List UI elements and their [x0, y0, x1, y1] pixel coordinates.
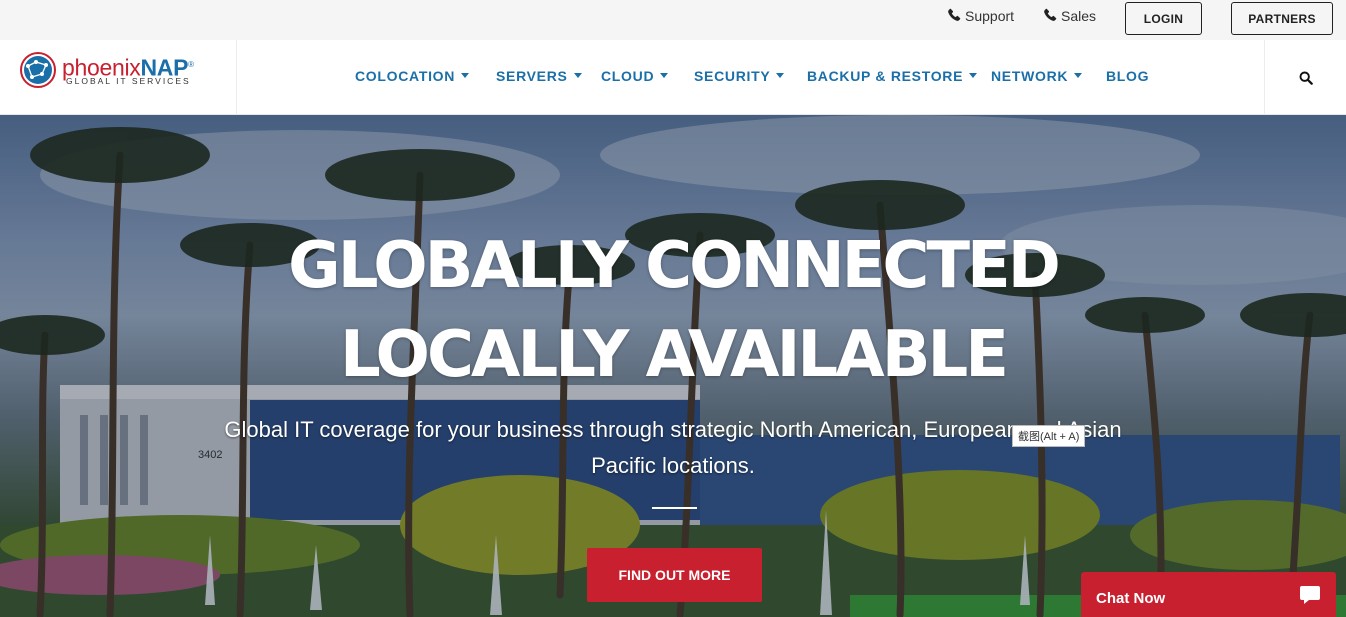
main-navigation: phoenixNAP® GLOBAL IT SERVICES COLOCATIO… [0, 40, 1346, 115]
phone-icon [948, 8, 961, 24]
partners-button[interactable]: PARTNERS [1231, 2, 1333, 35]
chevron-down-icon [573, 72, 582, 78]
search-button[interactable] [1264, 40, 1346, 115]
nav-item-blog[interactable]: BLOG [1106, 68, 1149, 84]
sales-label: Sales [1061, 8, 1097, 24]
nav-item-colocation[interactable]: COLOCATION [355, 68, 470, 84]
top-utility-bar: Support Sales LOGIN PARTNERS [0, 0, 1346, 40]
hero-divider [652, 507, 697, 509]
support-link[interactable]: Support [948, 8, 1014, 24]
chevron-down-icon [969, 72, 978, 78]
chat-now-widget[interactable]: Chat Now [1081, 572, 1336, 617]
phone-icon [1044, 8, 1057, 24]
chat-bubble-icon [1300, 586, 1320, 604]
find-out-more-button[interactable]: FIND OUT MORE [587, 548, 762, 602]
chevron-down-icon [660, 72, 669, 78]
hero-title-line1: GLOBALLY CONNECTED [288, 229, 1061, 303]
support-label: Support [965, 8, 1015, 24]
chevron-down-icon [776, 72, 785, 78]
hero-title-line2: LOCALLY AVAILABLE [340, 318, 1009, 392]
search-icon [1299, 71, 1313, 85]
nav-item-security[interactable]: SECURITY [694, 68, 785, 84]
nav-item-servers[interactable]: SERVERS [496, 68, 582, 84]
hero-banner: 3402 GLOBALLY CONNECTED LOCALLY AVAILABL… [0, 115, 1346, 617]
login-button[interactable]: LOGIN [1125, 2, 1202, 35]
chevron-down-icon [1074, 72, 1083, 78]
screenshot-tooltip: 截图(Alt + A) [1012, 425, 1086, 447]
nav-item-network[interactable]: NETWORK [991, 68, 1083, 84]
sales-link[interactable]: Sales [1044, 8, 1096, 24]
nav-item-cloud[interactable]: CLOUD [601, 68, 669, 84]
chevron-down-icon [461, 72, 470, 78]
nav-menu: COLOCATION SERVERS CLOUD SECURITY BACKUP… [0, 40, 1346, 115]
hero-subtitle: Global IT coverage for your business thr… [224, 417, 1122, 478]
chat-now-label: Chat Now [1096, 590, 1166, 607]
nav-item-backup-restore[interactable]: BACKUP & RESTORE [807, 68, 978, 84]
